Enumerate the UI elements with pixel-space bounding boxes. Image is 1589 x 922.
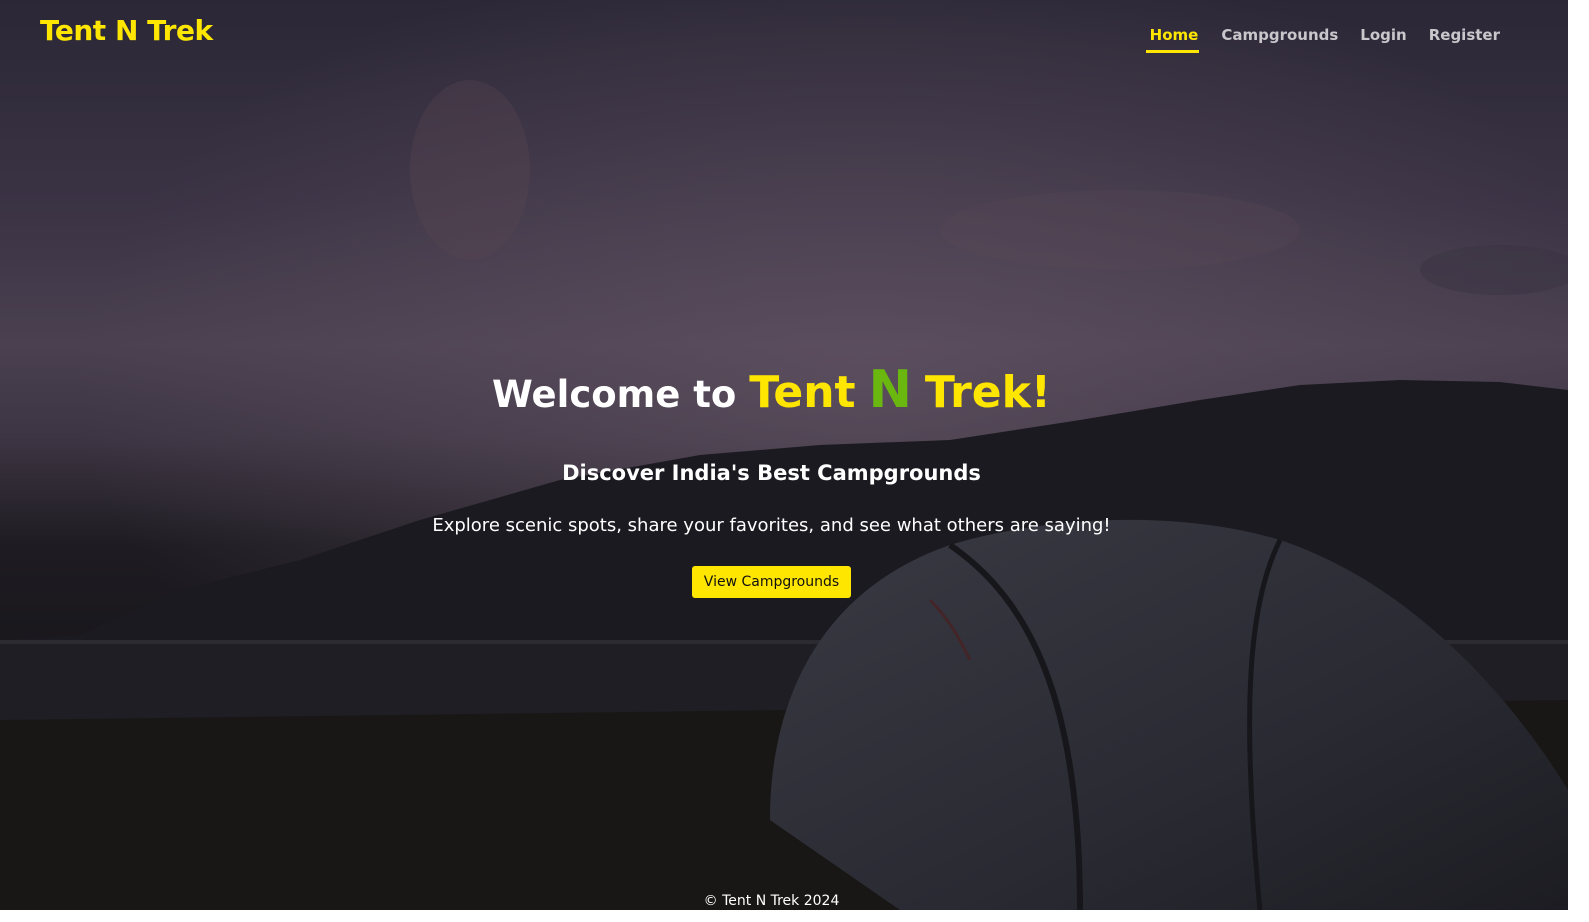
brand-tent: Tent bbox=[749, 367, 856, 418]
brand-n: N bbox=[868, 360, 912, 420]
nav-home[interactable]: Home bbox=[1145, 24, 1200, 53]
welcome-heading: Welcome to Tent N Trek! bbox=[0, 360, 1543, 425]
hero-subtitle: Discover India's Best Campgrounds bbox=[562, 461, 981, 485]
hero-background: Tent N Trek Home Campgrounds Login Regis… bbox=[0, 0, 1568, 910]
brand-logo[interactable]: Tent N Trek bbox=[40, 14, 213, 47]
brand-trek: Trek! bbox=[924, 367, 1051, 418]
hero-content: Welcome to Tent N Trek! Discover India's… bbox=[0, 360, 1543, 598]
footer-copyright: © Tent N Trek 2024 bbox=[703, 893, 840, 909]
page-bottom bbox=[0, 910, 1568, 922]
view-campgrounds-button[interactable]: View Campgrounds bbox=[691, 566, 852, 598]
main-nav: Home Campgrounds Login Register bbox=[1124, 24, 1500, 53]
nav-login[interactable]: Login bbox=[1360, 24, 1406, 53]
nav-campgrounds[interactable]: Campgrounds bbox=[1221, 24, 1338, 53]
hero-description: Explore scenic spots, share your favorit… bbox=[432, 515, 1111, 536]
welcome-prefix: Welcome to bbox=[492, 373, 737, 416]
nav-register[interactable]: Register bbox=[1429, 24, 1500, 53]
scrollbar[interactable] bbox=[1568, 0, 1589, 922]
site-header: Tent N Trek Home Campgrounds Login Regis… bbox=[0, 0, 1568, 70]
